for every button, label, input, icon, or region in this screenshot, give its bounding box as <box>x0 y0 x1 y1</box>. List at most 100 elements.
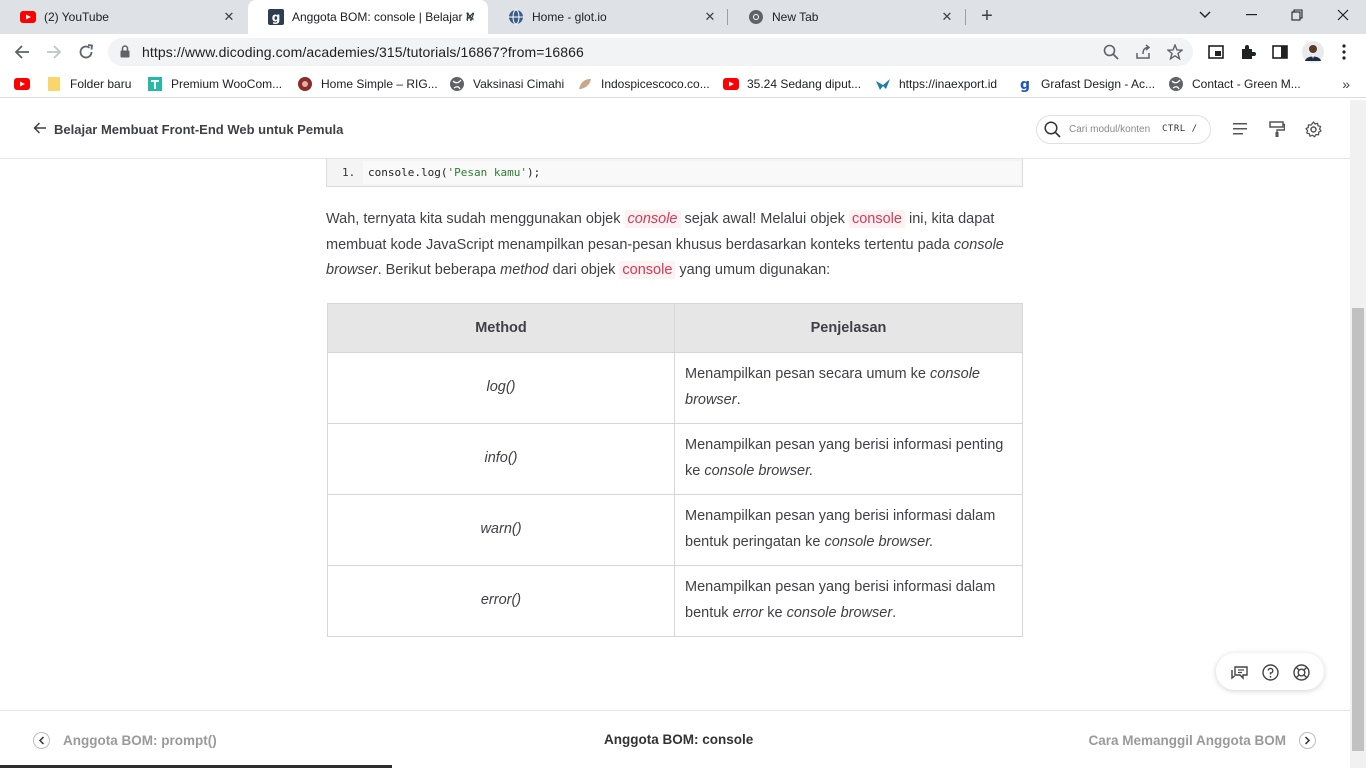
inline-code: console <box>619 261 676 280</box>
lifebuoy-icon[interactable] <box>1292 663 1310 681</box>
intro-paragraph: Wah, ternyata kita sudah menggunakan obj… <box>326 207 1026 284</box>
bird-icon <box>875 76 891 92</box>
tab-close-icon[interactable]: ✕ <box>939 9 955 25</box>
scrollbar-thumb[interactable] <box>1352 308 1364 751</box>
floating-help-bar <box>1216 653 1324 690</box>
bookmark-inaexport[interactable]: https://inaexport.id <box>875 75 997 93</box>
store-icon <box>147 76 163 92</box>
menu-kebab-icon[interactable] <box>1335 43 1353 61</box>
browser-tab-bar: (2) YouTube ✕ g Anggota BOM: console | B… <box>0 0 1366 34</box>
bookmark-youtube-video[interactable]: 35.24 Sedang diput... <box>723 75 861 93</box>
side-panel-icon[interactable] <box>1271 43 1289 61</box>
picture-in-picture-icon[interactable] <box>1207 43 1225 61</box>
bookmark-woocom[interactable]: Premium WooCom... <box>147 75 282 93</box>
zoom-icon[interactable] <box>1103 44 1119 60</box>
table-row: info() Menampilkan pesan yang berisi inf… <box>327 423 1023 495</box>
tab-title: (2) YouTube <box>44 10 109 24</box>
discussion-icon[interactable] <box>1230 663 1248 681</box>
lock-icon[interactable] <box>120 45 130 63</box>
url-text[interactable]: https://www.dicoding.com/academies/315/t… <box>142 44 584 60</box>
bookmark-folder[interactable]: Folder baru <box>46 75 131 93</box>
inline-code: console <box>624 210 681 228</box>
bookmark-indospices[interactable]: Indospicescoco.co... <box>577 75 710 93</box>
forward-arrow-icon[interactable] <box>43 41 65 63</box>
description-cell: Menampilkan pesan secara umum ke console… <box>674 352 1023 424</box>
globe-icon <box>1168 76 1184 92</box>
description-cell: Menampilkan pesan yang berisi informasi … <box>674 494 1023 566</box>
method-cell: log() <box>327 352 675 424</box>
share-icon[interactable] <box>1135 44 1151 60</box>
g-icon: g <box>1017 76 1033 92</box>
help-question-icon[interactable] <box>1261 663 1279 681</box>
profile-avatar[interactable] <box>1301 40 1325 64</box>
search-shortcut: CTRL / <box>1162 124 1198 134</box>
svg-text:g: g <box>1020 77 1030 92</box>
settings-gear-icon[interactable] <box>1304 120 1322 138</box>
tab-dicoding[interactable]: g Anggota BOM: console | Belajar M ✕ <box>248 0 488 34</box>
tab-title: Anggota BOM: console | Belajar M <box>292 10 474 24</box>
table-row: error() Menampilkan pesan yang berisi in… <box>327 565 1023 637</box>
tab-youtube[interactable]: (2) YouTube ✕ <box>0 0 247 34</box>
minimize-icon[interactable] <box>1228 0 1274 30</box>
chrome-icon <box>748 9 764 25</box>
back-arrow-icon[interactable] <box>11 41 33 63</box>
back-to-course-link[interactable]: Belajar Membuat Front-End Web untuk Pemu… <box>33 122 343 137</box>
arrow-left-icon <box>33 122 47 137</box>
column-header-description: Penjelasan <box>674 303 1023 353</box>
code-block: 1. console.log('Pesan kamu'); <box>326 159 1023 187</box>
bookmark-home-simple[interactable]: Home Simple – RIG... <box>297 75 438 93</box>
code-line: console.log('Pesan kamu'); <box>368 166 540 179</box>
next-tutorial-label: Cara Memanggil Anggota BOM <box>1088 733 1286 748</box>
description-emphasis: console browser. <box>704 463 814 479</box>
bookmark-youtube[interactable] <box>14 75 38 93</box>
glot-icon <box>508 9 524 25</box>
bookmark-label: Contact - Green M... <box>1192 77 1301 91</box>
table-header-row: Method Penjelasan <box>327 303 1023 353</box>
description-text: Menampilkan pesan secara umum ke <box>685 366 931 383</box>
bookmark-contact[interactable]: Contact - Green M... <box>1168 75 1301 93</box>
code-prefix: console.log( <box>368 166 448 179</box>
tab-close-icon[interactable]: ✕ <box>462 9 478 25</box>
paint-roller-icon[interactable] <box>1268 120 1286 138</box>
code-line-number: 1. <box>342 166 356 179</box>
bookmark-vaksinasi[interactable]: Vaksinasi Cimahi <box>449 75 564 93</box>
tutorial-navigation-footer: Anggota BOM: prompt() Anggota BOM: conso… <box>0 710 1350 768</box>
table-row: log() Menampilkan pesan secara umum ke c… <box>327 352 1023 424</box>
description-text: . <box>892 605 897 621</box>
address-bar[interactable]: https://www.dicoding.com/academies/315/t… <box>108 38 1193 66</box>
bookmark-grafast[interactable]: g Grafast Design - Ac... <box>1017 75 1155 93</box>
tab-newtab[interactable]: New Tab ✕ <box>728 0 965 34</box>
star-icon[interactable] <box>1166 43 1184 61</box>
tab-separator <box>965 9 966 25</box>
bookmark-label: Indospicescoco.co... <box>601 77 710 91</box>
paragraph-text: sejak awal! Melalui objek <box>680 211 849 227</box>
next-tutorial-link[interactable]: Cara Memanggil Anggota BOM <box>1088 732 1316 749</box>
bookmarks-overflow-button[interactable]: » <box>1342 76 1350 92</box>
tab-glot[interactable]: Home - glot.io ✕ <box>488 0 728 34</box>
tab-close-icon[interactable]: ✕ <box>221 9 237 25</box>
tab-search-chevron-icon[interactable] <box>1182 0 1228 30</box>
paragraph-text: Wah, ternyata kita sudah menggunakan obj… <box>326 211 625 227</box>
youtube-icon <box>20 9 36 25</box>
restore-icon[interactable] <box>1274 0 1320 30</box>
description-cell: Menampilkan pesan yang berisi informasi … <box>674 423 1023 495</box>
previous-tutorial-link[interactable]: Anggota BOM: prompt() <box>33 732 217 749</box>
search-icon <box>1044 121 1061 143</box>
new-tab-button[interactable]: + <box>976 6 998 28</box>
reload-icon[interactable] <box>75 41 97 63</box>
paragraph-text: yang umum digunakan: <box>675 262 831 279</box>
method-cell: warn() <box>327 494 675 566</box>
tab-title: New Tab <box>772 10 819 24</box>
bookmark-label: Home Simple – RIG... <box>321 77 438 91</box>
module-search-input[interactable]: Cari modul/konten CTRL / <box>1036 115 1211 144</box>
close-window-icon[interactable] <box>1320 0 1366 30</box>
page-scrollbar[interactable] <box>1350 100 1366 768</box>
bookmark-label: https://inaexport.id <box>899 77 998 91</box>
shield-icon <box>297 76 313 92</box>
course-title: Belajar Membuat Front-End Web untuk Pemu… <box>54 122 344 137</box>
chevron-right-icon <box>1299 732 1316 749</box>
extensions-icon[interactable] <box>1239 43 1257 61</box>
module-list-icon[interactable] <box>1232 120 1250 138</box>
tab-close-icon[interactable]: ✕ <box>702 9 718 25</box>
globe-icon <box>449 76 465 92</box>
